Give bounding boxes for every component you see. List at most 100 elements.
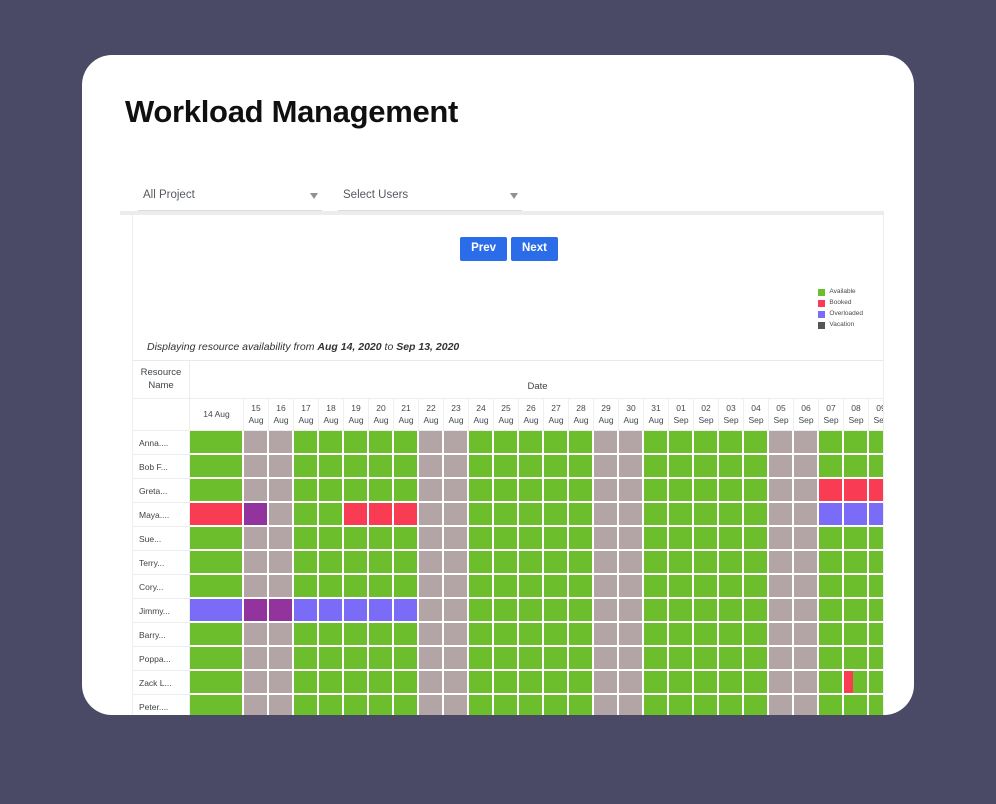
availability-cell[interactable]: [594, 503, 619, 527]
availability-cell[interactable]: [769, 599, 794, 623]
availability-cell[interactable]: [244, 455, 269, 479]
resource-name-cell[interactable]: Zack L...: [133, 671, 190, 695]
availability-cell[interactable]: [319, 431, 344, 455]
availability-cell[interactable]: [519, 479, 544, 503]
availability-cell[interactable]: [569, 455, 594, 479]
availability-cell[interactable]: [844, 551, 869, 575]
availability-cell[interactable]: [719, 647, 744, 671]
availability-cell[interactable]: [444, 551, 469, 575]
availability-cell[interactable]: [519, 671, 544, 695]
availability-cell[interactable]: [569, 527, 594, 551]
availability-cell[interactable]: [190, 455, 244, 479]
availability-cell[interactable]: [594, 647, 619, 671]
availability-cell[interactable]: [644, 623, 669, 647]
availability-cell[interactable]: [569, 647, 594, 671]
availability-cell[interactable]: [644, 455, 669, 479]
availability-cell[interactable]: [544, 647, 569, 671]
availability-cell[interactable]: [669, 551, 694, 575]
availability-cell[interactable]: [644, 575, 669, 599]
availability-cell[interactable]: [694, 623, 719, 647]
availability-cell[interactable]: [469, 599, 494, 623]
availability-cell[interactable]: [519, 695, 544, 715]
availability-cell[interactable]: [369, 647, 394, 671]
availability-cell[interactable]: [844, 647, 869, 671]
availability-cell[interactable]: [744, 527, 769, 551]
availability-cell[interactable]: [619, 551, 644, 575]
availability-cell[interactable]: [294, 455, 319, 479]
availability-cell[interactable]: [619, 695, 644, 715]
availability-cell[interactable]: [494, 647, 519, 671]
availability-cell[interactable]: [694, 575, 719, 599]
availability-cell[interactable]: [344, 695, 369, 715]
availability-cell[interactable]: [794, 599, 819, 623]
availability-cell[interactable]: [394, 647, 419, 671]
availability-cell[interactable]: [794, 503, 819, 527]
availability-cell[interactable]: [819, 671, 844, 695]
availability-cell[interactable]: [819, 695, 844, 715]
availability-cell[interactable]: [769, 527, 794, 551]
availability-cell[interactable]: [844, 527, 869, 551]
availability-cell[interactable]: [794, 647, 819, 671]
availability-cell[interactable]: [719, 527, 744, 551]
availability-cell[interactable]: [744, 503, 769, 527]
availability-cell[interactable]: [769, 551, 794, 575]
resource-name-cell[interactable]: Terry...: [133, 551, 190, 575]
availability-cell[interactable]: [644, 479, 669, 503]
availability-cell[interactable]: [669, 479, 694, 503]
resource-name-cell[interactable]: Cory...: [133, 575, 190, 599]
availability-cell[interactable]: [644, 527, 669, 551]
availability-cell[interactable]: [744, 599, 769, 623]
availability-cell[interactable]: [544, 455, 569, 479]
availability-cell[interactable]: [469, 647, 494, 671]
availability-cell[interactable]: [594, 527, 619, 551]
resource-name-cell[interactable]: Barry...: [133, 623, 190, 647]
availability-cell[interactable]: [869, 671, 883, 695]
availability-cell[interactable]: [719, 671, 744, 695]
availability-cell[interactable]: [794, 575, 819, 599]
prev-button[interactable]: Prev: [460, 237, 507, 261]
availability-cell[interactable]: [619, 671, 644, 695]
availability-cell[interactable]: [569, 599, 594, 623]
availability-cell[interactable]: [319, 647, 344, 671]
availability-cell[interactable]: [394, 479, 419, 503]
availability-cell[interactable]: [394, 503, 419, 527]
availability-cell[interactable]: [269, 503, 294, 527]
availability-cell[interactable]: [269, 671, 294, 695]
availability-cell[interactable]: [719, 503, 744, 527]
availability-cell[interactable]: [544, 599, 569, 623]
availability-cell[interactable]: [419, 647, 444, 671]
availability-cell[interactable]: [419, 527, 444, 551]
availability-cell[interactable]: [269, 479, 294, 503]
availability-cell[interactable]: [369, 623, 394, 647]
availability-cell[interactable]: [190, 479, 244, 503]
availability-cell[interactable]: [819, 551, 844, 575]
availability-cell[interactable]: [469, 551, 494, 575]
availability-cell[interactable]: [844, 695, 869, 715]
availability-cell[interactable]: [494, 455, 519, 479]
availability-cell[interactable]: [444, 695, 469, 715]
availability-cell[interactable]: [669, 503, 694, 527]
availability-cell[interactable]: [419, 599, 444, 623]
availability-cell[interactable]: [819, 599, 844, 623]
availability-cell[interactable]: [369, 575, 394, 599]
availability-cell[interactable]: [344, 431, 369, 455]
availability-cell[interactable]: [819, 575, 844, 599]
availability-cell[interactable]: [744, 623, 769, 647]
availability-cell[interactable]: [294, 623, 319, 647]
availability-cell[interactable]: [269, 647, 294, 671]
availability-cell[interactable]: [369, 479, 394, 503]
availability-cell[interactable]: [719, 455, 744, 479]
availability-cell[interactable]: [344, 527, 369, 551]
availability-cell[interactable]: [369, 551, 394, 575]
availability-cell[interactable]: [694, 695, 719, 715]
availability-cell[interactable]: [694, 647, 719, 671]
availability-cell[interactable]: [644, 695, 669, 715]
availability-cell[interactable]: [594, 695, 619, 715]
availability-cell[interactable]: [644, 599, 669, 623]
availability-cell[interactable]: [644, 671, 669, 695]
availability-cell[interactable]: [744, 671, 769, 695]
availability-cell[interactable]: [694, 431, 719, 455]
availability-cell[interactable]: [244, 431, 269, 455]
availability-cell[interactable]: [844, 599, 869, 623]
availability-cell[interactable]: [469, 455, 494, 479]
